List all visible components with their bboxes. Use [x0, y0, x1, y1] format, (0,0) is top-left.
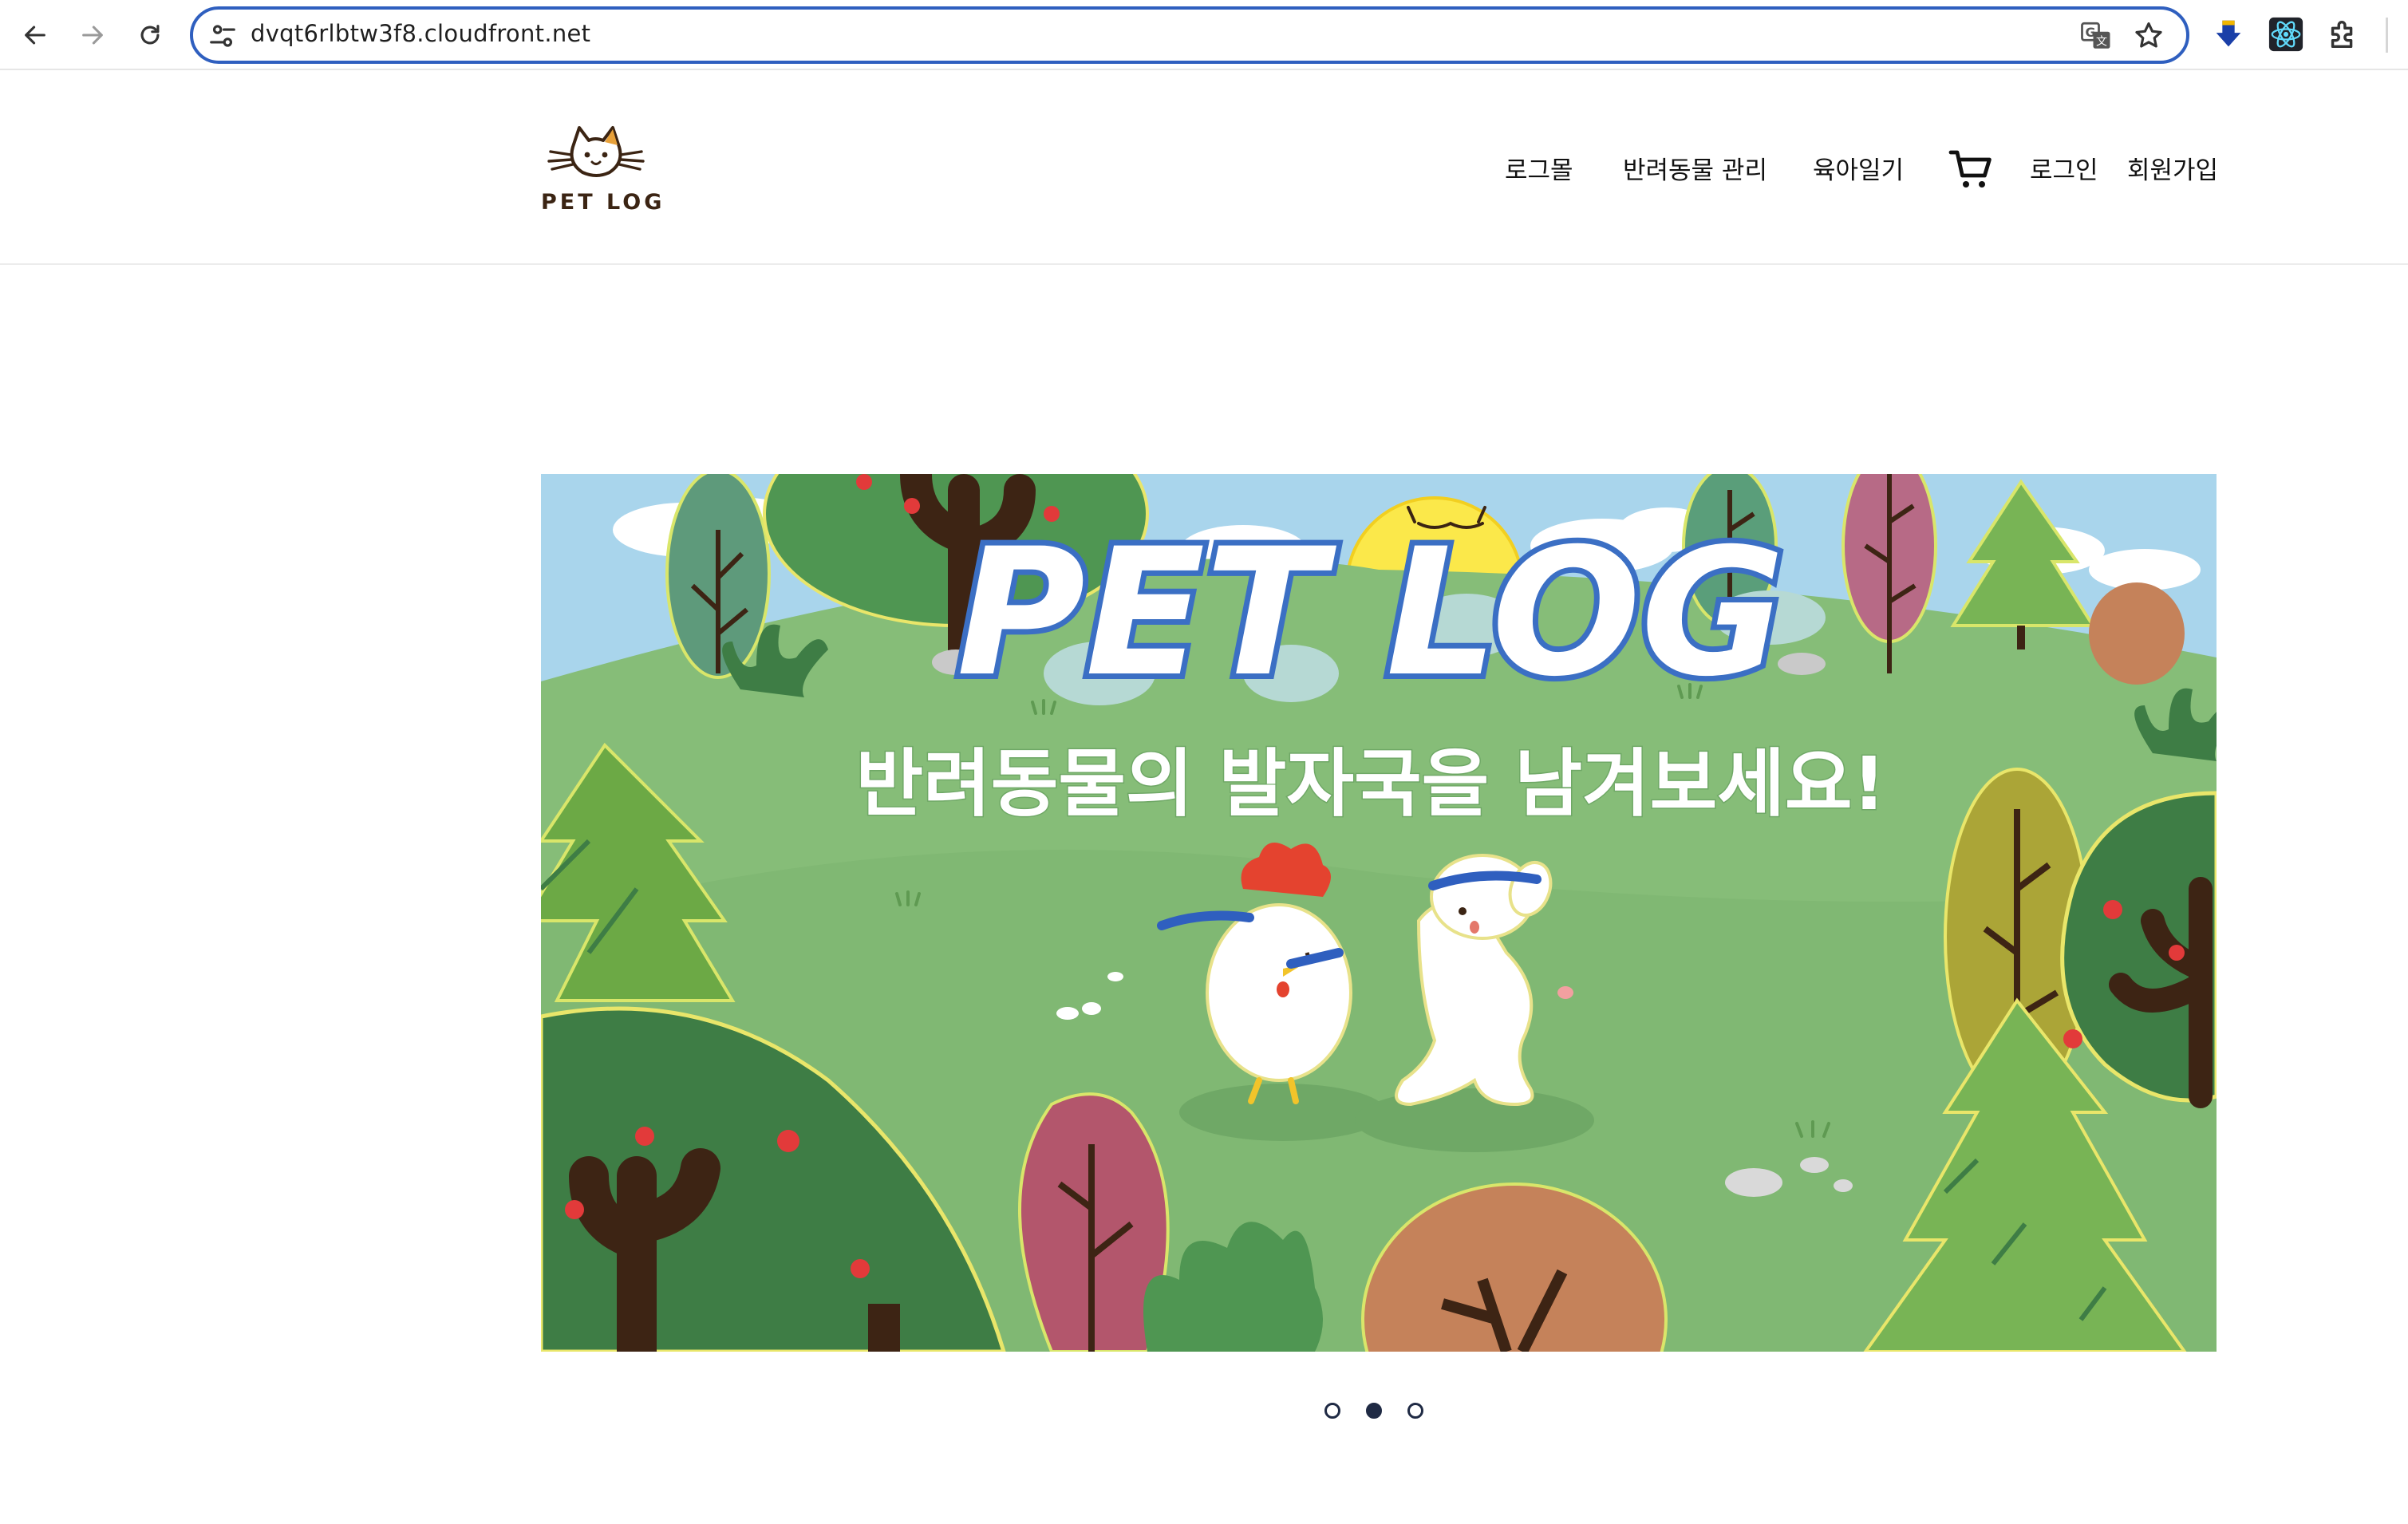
banner-illustration: PET LOG 반려동물의 발자국을 남겨보세요! [541, 474, 2217, 1352]
site-header: PET LOG 로그몰 반려동물 관리 육아일기 로그인 회원가입 [0, 72, 2408, 265]
url-text[interactable]: dvqt6rlbtw3f8.cloudfront.net [251, 20, 590, 47]
nav-signup[interactable]: 회원가입 [2127, 150, 2218, 186]
react-atom-icon[interactable] [2268, 16, 2304, 53]
address-bar[interactable]: dvqt6rlbtw3f8.cloudfront.net G 文 [190, 6, 2189, 64]
logo-text: PET LOG [541, 190, 665, 215]
back-button[interactable] [11, 11, 59, 59]
arrow-left-icon [25, 26, 45, 45]
nav-parenting-diary[interactable]: 육아일기 [1813, 150, 1904, 186]
star-icon[interactable] [2132, 19, 2165, 53]
download-arrow-icon[interactable] [2210, 16, 2247, 53]
banner-title-art: PET LOG [957, 511, 1785, 715]
puzzle-icon[interactable] [2325, 16, 2362, 53]
nav-pet-management[interactable]: 반려동물 관리 [1623, 150, 1767, 186]
cart-icon[interactable] [1948, 148, 1993, 190]
arrow-right-icon [82, 26, 103, 45]
forward-button[interactable] [69, 11, 116, 59]
hero-banner[interactable]: PET LOG 반려동물의 발자국을 남겨보세요! [541, 474, 2217, 1352]
toolbar-divider [2386, 18, 2388, 53]
tune-icon[interactable] [207, 21, 238, 51]
svg-text:文: 文 [2096, 35, 2107, 48]
browser-toolbar: dvqt6rlbtw3f8.cloudfront.net G 文 [0, 0, 2408, 70]
reload-button[interactable] [126, 11, 174, 59]
reload-icon [140, 25, 160, 45]
nav-log-mall[interactable]: 로그몰 [1505, 150, 1573, 186]
carousel-indicators [1324, 1403, 1436, 1425]
carousel-dot-1[interactable] [1324, 1403, 1340, 1419]
translate-icon[interactable]: G 文 [2079, 19, 2113, 53]
carousel-dot-2[interactable] [1366, 1403, 1382, 1419]
banner-headline: 반려동물의 발자국을 남겨보세요! [856, 741, 1886, 827]
nav-login[interactable]: 로그인 [2030, 150, 2098, 186]
pet-log-logo[interactable]: PET LOG [536, 120, 661, 217]
carousel-dot-3[interactable] [1407, 1403, 1423, 1419]
cat-face-icon [547, 126, 645, 177]
